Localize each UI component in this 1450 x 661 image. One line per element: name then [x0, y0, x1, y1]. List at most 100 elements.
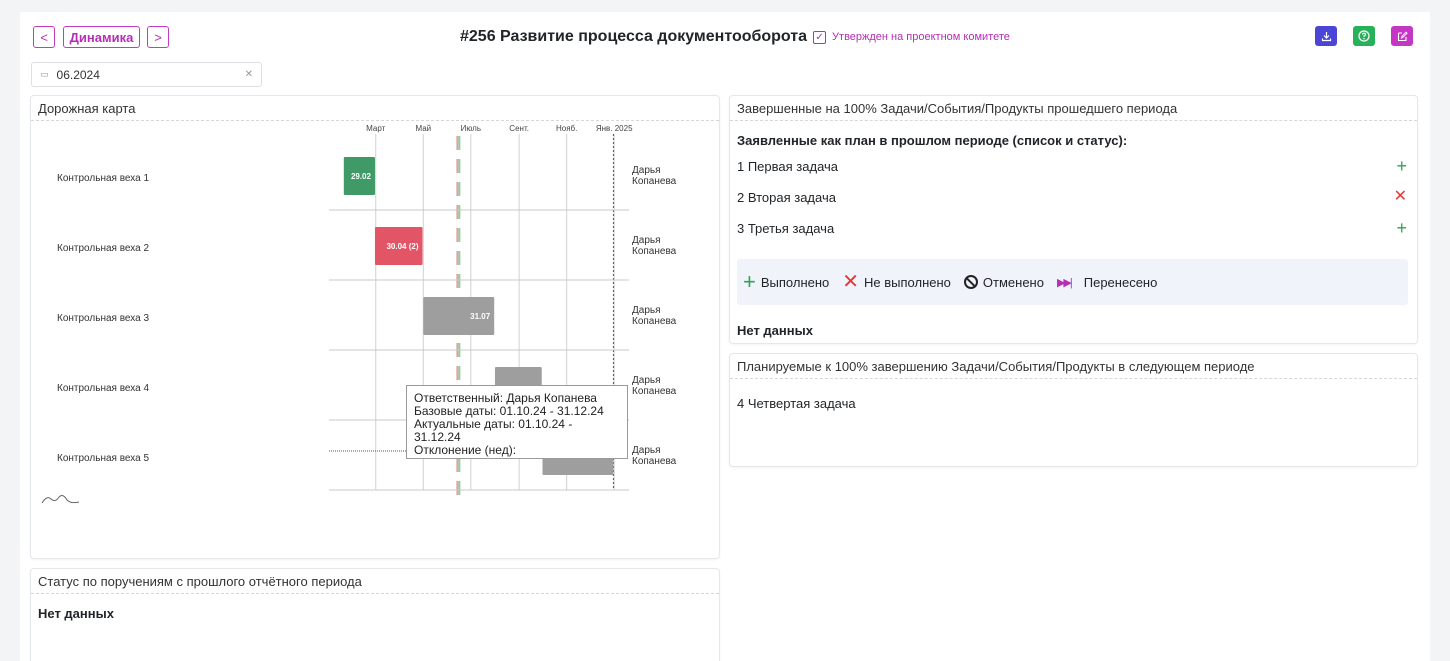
done-icon: +: [743, 269, 756, 294]
chevron-right-icon: >: [154, 29, 162, 45]
edit-button[interactable]: [1391, 26, 1413, 46]
moved-icon: ▶▶|: [1056, 276, 1073, 289]
gantt-owner-first-name: Дарья: [632, 375, 661, 386]
period-date-picker[interactable]: ▭ 06.2024 ✕: [31, 62, 262, 87]
gantt-month-label: Май: [415, 124, 431, 133]
gantt-owner-last-name: Копанева: [632, 316, 677, 327]
gantt-bar-label: 31.07: [470, 312, 491, 321]
gantt-owner-first-name: Дарья: [632, 235, 661, 246]
today-marker-segment: [458, 182, 461, 196]
today-marker-segment: [456, 274, 459, 288]
help-button[interactable]: [1353, 26, 1375, 46]
gantt-tooltip: Ответственный: Дарья Копанева Базовые да…: [406, 385, 628, 459]
today-marker-segment: [456, 159, 459, 173]
export-button[interactable]: [1315, 26, 1337, 46]
calendar-icon: ▭: [40, 69, 49, 79]
prev-period-button[interactable]: <: [33, 26, 55, 48]
today-marker-segment: [458, 274, 461, 288]
gantt-owner-last-name: Копанева: [632, 246, 677, 257]
today-marker-segment: [456, 205, 459, 219]
today-marker-segment: [458, 205, 461, 219]
today-marker-segment: [456, 481, 459, 495]
task-label: 1 Первая задача: [737, 158, 839, 174]
today-marker-segment: [458, 159, 461, 173]
legend-done: Выполнено: [760, 274, 830, 290]
no-data-label: Нет данных: [737, 323, 813, 338]
legend-cancelled: Отменено: [982, 274, 1044, 290]
gantt-row-label: Контрольная веха 4: [57, 383, 149, 394]
check-icon: ✓: [815, 31, 824, 43]
cancelled-icon: [963, 275, 978, 289]
list-item: 3 Третья задача +: [737, 219, 1407, 237]
gantt-month-label: Янв. 2025: [596, 124, 633, 133]
gantt-month-label: Нояб.: [556, 124, 577, 133]
gantt-owner-first-name: Дарья: [632, 445, 661, 456]
planned-list-subtitle: Заявленные как план в прошлом периоде (с…: [737, 133, 1128, 148]
legend-moved: Перенесено: [1083, 274, 1158, 290]
today-marker-segment: [456, 366, 459, 380]
edit-icon: [1397, 30, 1408, 41]
gantt-owner-first-name: Дарья: [632, 305, 661, 316]
page: < Динамика > #256 Развитие процесса доку…: [20, 12, 1430, 661]
chevron-left-icon: <: [40, 29, 48, 45]
gantt-row-label: Контрольная веха 2: [57, 243, 149, 254]
gantt-row-label: Контрольная веха 1: [57, 173, 149, 184]
gantt-row-label: Контрольная веха 3: [57, 313, 149, 324]
today-marker-segment: [458, 251, 461, 265]
gantt-month-label: Июль: [461, 124, 481, 133]
approved-checkbox[interactable]: ✓: [813, 30, 827, 44]
today-marker-segment: [456, 182, 459, 196]
today-marker-segment: [458, 481, 461, 495]
no-data-label: Нет данных: [38, 606, 114, 621]
completed-tasks-card: Завершенные на 100% Задачи/События/Проду…: [729, 95, 1418, 344]
gantt-row-label: Контрольная веха 5: [57, 453, 149, 464]
tooltip-deviation: Отклонение (нед):: [414, 443, 517, 457]
today-marker-segment: [458, 136, 461, 150]
gantt-month-label: Март: [366, 124, 385, 133]
today-marker-segment: [458, 458, 461, 472]
task-label: 2 Вторая задача: [737, 189, 836, 205]
instructions-status-title: Статус по поручениям с прошлого отчётног…: [31, 569, 719, 594]
status-not-done-icon: ✕: [1393, 188, 1407, 205]
export-icon: [1321, 31, 1331, 41]
status-done-icon: +: [1396, 156, 1407, 176]
task-label: 3 Третья задача: [737, 220, 835, 236]
today-marker-segment: [456, 458, 459, 472]
gantt-owner-last-name: Копанева: [632, 456, 677, 467]
gantt-month-label: Сент.: [509, 124, 529, 133]
today-marker-segment: [456, 136, 459, 150]
approved-label: Утвержден на проектном комитете: [832, 31, 1010, 43]
period-value: 06.2024: [56, 67, 100, 82]
help-icon: [1358, 30, 1370, 42]
status-done-icon: +: [1396, 218, 1407, 238]
gantt-bar-label: 29.02: [351, 172, 372, 181]
today-marker-segment: [456, 228, 459, 242]
completed-tasks-title: Завершенные на 100% Задачи/События/Проду…: [730, 96, 1417, 121]
list-item: 4 Четвертая задача: [737, 394, 1407, 412]
list-item: 2 Вторая задача ✕: [737, 188, 1407, 206]
title-row: #256 Развитие процесса документооборота …: [460, 26, 1010, 48]
next-period-button[interactable]: >: [147, 26, 169, 48]
roadmap-card: Дорожная карта Март Май Июль Сент. Нояб. Янв.…: [30, 95, 720, 559]
today-marker-segment: [458, 228, 461, 242]
today-marker-segment: [456, 251, 459, 265]
gantt-bar-label: 30.04 (2): [386, 242, 418, 251]
next-period-title: Планируемые к 100% завершению Задачи/Соб…: [730, 354, 1417, 379]
roadmap-title: Дорожная карта: [31, 96, 719, 121]
next-period-card: Планируемые к 100% завершению Задачи/Соб…: [729, 353, 1418, 467]
status-legend: + Выполнено ✕ Не выполнено Отменено ▶▶| …: [737, 259, 1408, 305]
not-done-icon: ✕: [842, 271, 860, 293]
clear-icon[interactable]: ✕: [245, 69, 253, 80]
instructions-status-card: Статус по поручениям с прошлого отчётног…: [30, 568, 720, 661]
tooltip-actual-dates: Актуальные даты: 01.10.24 - 31.12.24: [414, 417, 573, 444]
gantt-owner-last-name: Копанева: [632, 176, 677, 187]
list-item: 1 Первая задача +: [737, 157, 1407, 175]
zoom-control-icon[interactable]: [41, 491, 81, 507]
dynamics-button[interactable]: Динамика: [63, 26, 140, 48]
gantt-owner-first-name: Дарья: [632, 165, 661, 176]
gantt-owner-last-name: Копанева: [632, 386, 677, 397]
today-marker-segment: [458, 366, 461, 380]
page-title: #256 Развитие процесса документооборота: [460, 28, 808, 45]
task-label: 4 Четвертая задача: [737, 395, 856, 411]
legend-not-done: Не выполнено: [864, 274, 951, 290]
